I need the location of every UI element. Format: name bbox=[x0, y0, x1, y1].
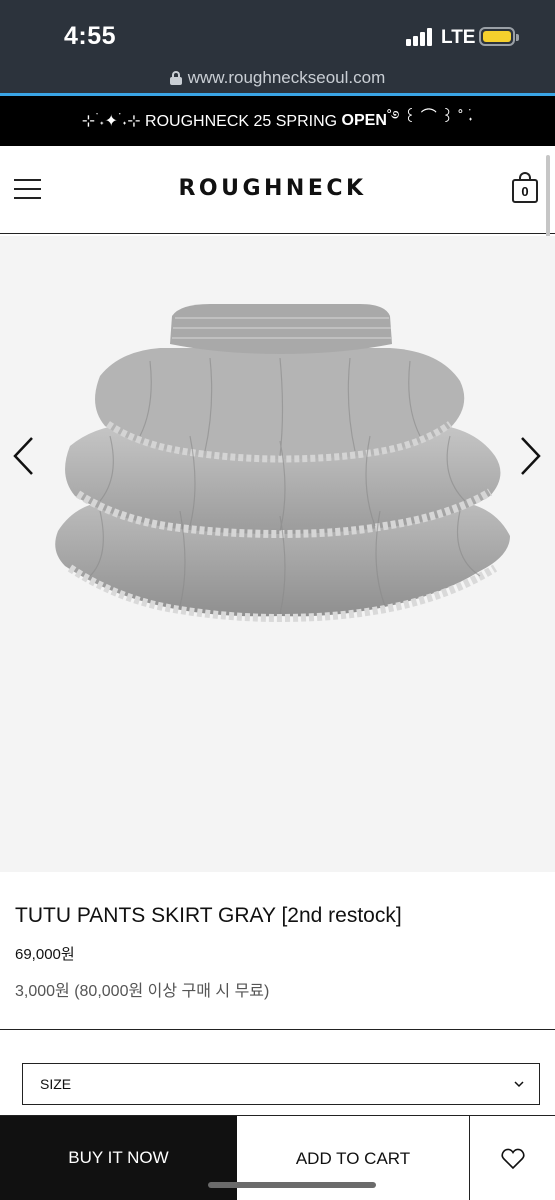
size-select-label: SIZE bbox=[40, 1076, 72, 1092]
url-text: www.roughneckseoul.com bbox=[187, 68, 386, 87]
cart-icon[interactable]: 0 bbox=[512, 172, 538, 204]
product-price: 69,000원 bbox=[15, 946, 75, 963]
site-header: ROUGHNECK 0 bbox=[0, 146, 555, 234]
product-info: TUTU PANTS SKIRT GRAY [2nd restock] 69,0… bbox=[0, 872, 555, 1030]
product-title: TUTU PANTS SKIRT GRAY [2nd restock] bbox=[15, 904, 402, 927]
chevron-down-icon bbox=[514, 1081, 524, 1088]
shipping-info: 3,000원 (80,000원 이상 구매 시 무료) bbox=[15, 983, 270, 1000]
announcement-suffix: ˚࿔ ꒰ ⌒ ꒱ ˚ ࣪˖ bbox=[386, 108, 474, 126]
battery-icon bbox=[479, 27, 519, 46]
home-indicator[interactable] bbox=[208, 1182, 376, 1188]
wishlist-button[interactable] bbox=[471, 1116, 555, 1200]
signal-icon bbox=[406, 28, 432, 46]
site-logo[interactable]: ROUGHNECK bbox=[0, 176, 545, 201]
buy-now-label: BUY IT NOW bbox=[68, 1147, 169, 1167]
product-gallery[interactable] bbox=[0, 236, 555, 872]
buy-now-button[interactable]: BUY IT NOW bbox=[0, 1116, 237, 1200]
cart-count: 0 bbox=[521, 183, 529, 199]
add-to-cart-label: ADD TO CART bbox=[295, 1148, 411, 1168]
lock-icon bbox=[169, 71, 182, 85]
status-time: 4:55 bbox=[64, 22, 117, 50]
heart-icon bbox=[501, 1148, 525, 1169]
size-select[interactable]: SIZE bbox=[22, 1063, 540, 1105]
browser-chrome: 4:55 LTE www.roughneckseoul.com bbox=[0, 0, 555, 96]
chevron-left-icon[interactable] bbox=[12, 436, 36, 476]
chevron-right-icon[interactable] bbox=[518, 436, 542, 476]
product-image[interactable] bbox=[40, 296, 520, 636]
announcement-highlight: OPEN bbox=[341, 112, 387, 129]
announcement-bar[interactable]: ⊹ ࣪˖✦ ࣪˖⊹ ROUGHNECK 25 SPRING OPEN ˚࿔ ꒰ ⌒… bbox=[0, 96, 555, 146]
network-label: LTE bbox=[441, 27, 476, 48]
announcement-prefix: ⊹ ࣪˖✦ ࣪˖⊹ ROUGHNECK 25 SPRING bbox=[81, 113, 342, 130]
address-bar[interactable]: www.roughneckseoul.com bbox=[0, 64, 555, 92]
